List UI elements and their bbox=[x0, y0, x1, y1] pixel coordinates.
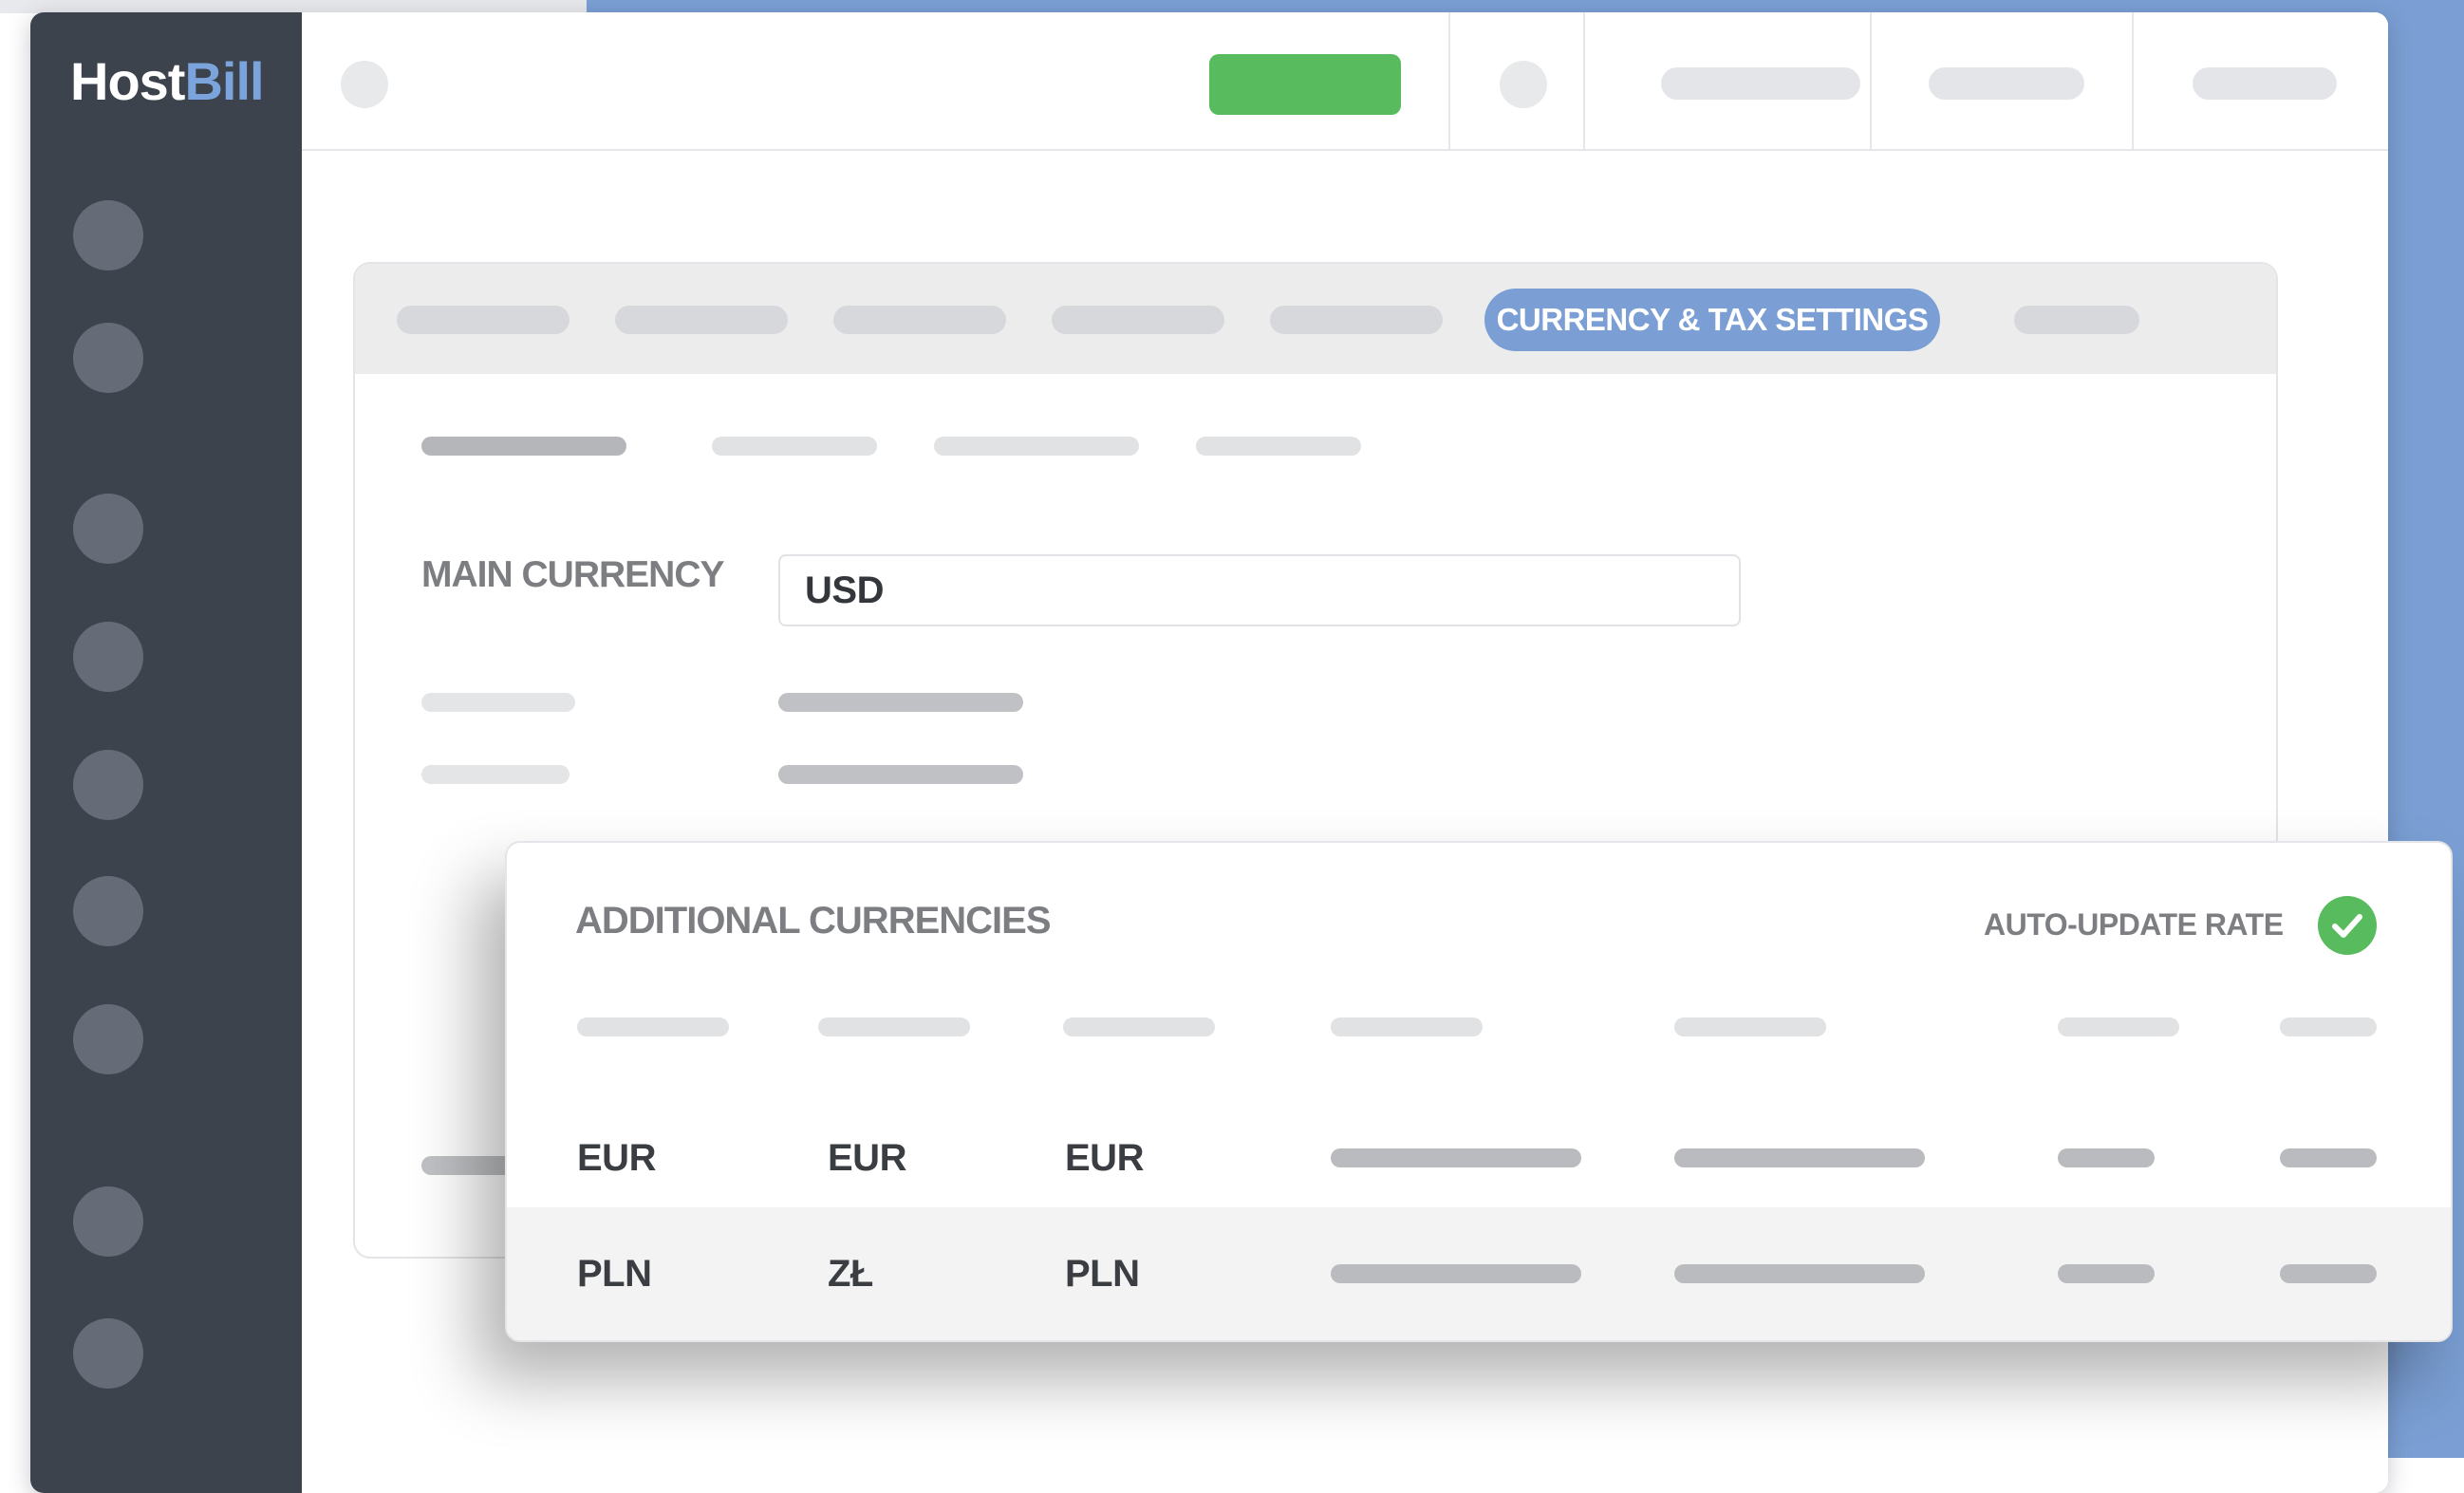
notification-icon[interactable] bbox=[1500, 61, 1547, 108]
subtab[interactable] bbox=[712, 437, 877, 456]
subtab[interactable] bbox=[1196, 437, 1361, 456]
field-label-placeholder bbox=[421, 765, 569, 784]
sidebar: HostBill bbox=[30, 12, 302, 1493]
column-header bbox=[2058, 1017, 2179, 1036]
main-currency-field[interactable]: USD bbox=[778, 554, 1741, 626]
sidebar-nav-item[interactable] bbox=[73, 1004, 143, 1074]
topbar-menu-item[interactable] bbox=[1661, 67, 1860, 100]
column-header bbox=[1063, 1017, 1215, 1036]
currency-iso: PLN bbox=[1065, 1253, 1140, 1295]
tabs-bar: CURRENCY & TAX SETTINGS bbox=[355, 264, 2276, 374]
field-value-placeholder bbox=[778, 765, 1023, 784]
main-currency-label: MAIN CURRENCY bbox=[421, 554, 724, 595]
divider bbox=[1448, 12, 1450, 149]
column-header bbox=[577, 1017, 729, 1036]
value-placeholder bbox=[1674, 1264, 1925, 1283]
value-placeholder bbox=[1674, 1148, 1925, 1167]
value-placeholder bbox=[2280, 1148, 2377, 1167]
column-header bbox=[1674, 1017, 1826, 1036]
value-placeholder bbox=[2058, 1264, 2155, 1283]
sidebar-nav-item[interactable] bbox=[73, 876, 143, 946]
divider bbox=[1870, 12, 1872, 149]
column-header bbox=[818, 1017, 970, 1036]
currency-code: PLN bbox=[577, 1253, 652, 1295]
tab-currency-tax-settings[interactable]: CURRENCY & TAX SETTINGS bbox=[1484, 289, 1940, 351]
background-top-strip bbox=[0, 0, 587, 13]
value-placeholder bbox=[2280, 1264, 2377, 1283]
sidebar-nav-item[interactable] bbox=[73, 494, 143, 564]
currency-iso: EUR bbox=[1065, 1137, 1144, 1179]
logo[interactable]: HostBill bbox=[70, 50, 265, 112]
tab[interactable] bbox=[1270, 306, 1443, 334]
topbar-menu-item[interactable] bbox=[2193, 67, 2337, 100]
subtab-active[interactable] bbox=[421, 437, 626, 456]
sidebar-nav-item[interactable] bbox=[73, 750, 143, 820]
tab[interactable] bbox=[833, 306, 1006, 334]
rate-placeholder bbox=[1331, 1148, 1581, 1167]
additional-currencies-card: ADDITIONAL CURRENCIES AUTO-UPDATE RATE E… bbox=[505, 841, 2453, 1342]
additional-currencies-title: ADDITIONAL CURRENCIES bbox=[575, 900, 1052, 942]
auto-update-rate-label: AUTO-UPDATE RATE bbox=[1984, 907, 2284, 942]
topbar-icon[interactable] bbox=[341, 61, 388, 108]
value-placeholder bbox=[2058, 1148, 2155, 1167]
field-value-placeholder bbox=[778, 693, 1023, 712]
tab[interactable] bbox=[1052, 306, 1224, 334]
tab[interactable] bbox=[615, 306, 788, 334]
rate-placeholder bbox=[1331, 1264, 1581, 1283]
topbar-menu-item[interactable] bbox=[1929, 67, 2084, 100]
sidebar-nav-item[interactable] bbox=[73, 323, 143, 393]
column-header bbox=[1331, 1017, 1483, 1036]
currency-symbol: ZŁ bbox=[828, 1253, 873, 1295]
sidebar-nav-item[interactable] bbox=[73, 200, 143, 271]
column-header bbox=[2280, 1017, 2377, 1036]
currency-symbol: EUR bbox=[828, 1137, 906, 1179]
field-label-placeholder bbox=[421, 693, 575, 712]
logo-bill-text: Bill bbox=[184, 51, 264, 111]
divider bbox=[1583, 12, 1585, 149]
sidebar-nav-item[interactable] bbox=[73, 1186, 143, 1257]
primary-action-button[interactable] bbox=[1209, 54, 1401, 115]
table-row[interactable]: PLN ZŁ PLN bbox=[507, 1207, 2451, 1340]
sidebar-nav-item[interactable] bbox=[73, 1318, 143, 1389]
top-bar bbox=[302, 12, 2388, 151]
currency-code: EUR bbox=[577, 1137, 656, 1179]
subtab[interactable] bbox=[934, 437, 1139, 456]
check-circle-icon[interactable] bbox=[2318, 896, 2377, 955]
tab[interactable] bbox=[397, 306, 569, 334]
logo-host-text: Host bbox=[70, 51, 185, 111]
tab[interactable] bbox=[2014, 306, 2139, 334]
divider bbox=[2132, 12, 2134, 149]
sidebar-nav-item[interactable] bbox=[73, 622, 143, 692]
